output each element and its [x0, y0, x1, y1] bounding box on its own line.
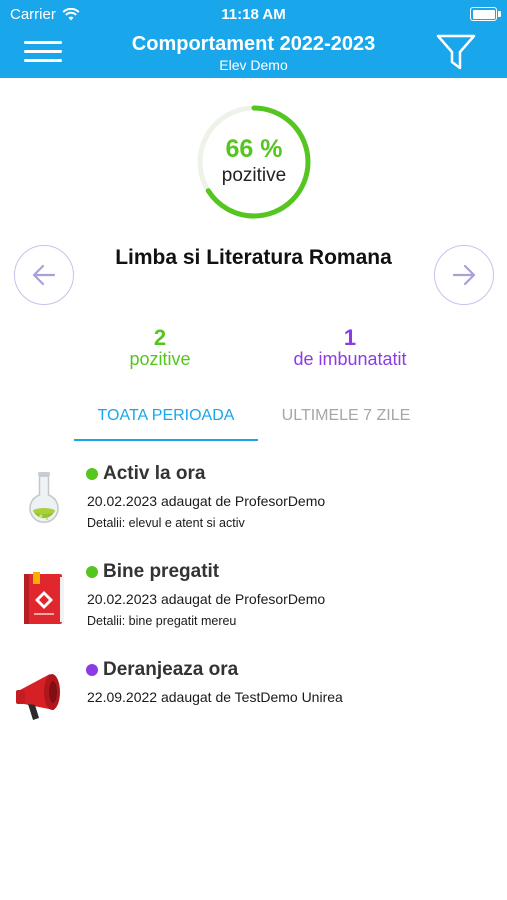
improve-count-value: 1 — [343, 325, 357, 350]
list-item[interactable]: Deranjeaza ora 22.09.2022 adaugat de Tes… — [0, 656, 507, 726]
improve-count: 1 de imbunatatit — [270, 325, 430, 370]
app-header: Carrier 11:18 AM Comportament 2022-2023 … — [0, 0, 507, 78]
improve-count-label: de imbunatatit — [293, 349, 407, 369]
positive-count-value: 2 — [153, 325, 167, 350]
arrow-left-icon — [32, 264, 56, 286]
item-title: Bine pregatit — [86, 561, 219, 583]
gauge-percent: 66 % — [225, 135, 283, 163]
item-detail: Detalii: elevul e atent si activ — [87, 516, 245, 530]
item-meta: 20.02.2023 adaugat de ProfesorDemo — [87, 591, 326, 607]
filter-icon[interactable] — [434, 32, 478, 72]
clock: 11:18 AM — [221, 6, 286, 23]
status-bar: Carrier 11:18 AM — [0, 0, 507, 28]
megaphone-icon — [16, 674, 60, 720]
list-item[interactable]: Activ la ora 20.02.2023 adaugat de Profe… — [0, 460, 507, 540]
item-detail: Detalii: bine pregatit mereu — [87, 614, 237, 628]
list-item[interactable]: Bine pregatit 20.02.2023 adaugat de Prof… — [0, 558, 507, 638]
item-title-text: Bine pregatit — [103, 561, 220, 582]
subject-name: Limba si Literatura Romana — [115, 246, 392, 269]
tab-last-7-days[interactable]: ULTIMELE 7 ZILE — [262, 407, 430, 437]
active-tab-indicator — [74, 439, 258, 441]
gauge-label: pozitive — [221, 165, 287, 186]
item-title: Activ la ora — [86, 463, 205, 485]
item-title: Deranjeaza ora — [86, 659, 238, 681]
book-icon — [24, 572, 64, 624]
status-dot — [86, 566, 98, 578]
status-dot — [86, 468, 98, 480]
previous-subject-button[interactable] — [14, 245, 74, 305]
item-title-text: Deranjeaza ora — [103, 659, 239, 680]
flask-icon — [29, 472, 59, 524]
item-title-text: Activ la ora — [103, 463, 206, 484]
positive-count: 2 pozitive — [100, 325, 220, 370]
item-meta: 22.09.2022 adaugat de TestDemo Unirea — [87, 689, 343, 705]
item-meta: 20.02.2023 adaugat de ProfesorDemo — [87, 493, 326, 509]
page-title: Comportament 2022-2023 — [131, 33, 376, 55]
next-subject-button[interactable] — [434, 245, 494, 305]
battery-icon — [470, 7, 501, 21]
tab-all-period[interactable]: TOATA PERIOADA — [74, 407, 258, 437]
positive-count-label: pozitive — [129, 349, 191, 369]
status-dot — [86, 664, 98, 676]
arrow-right-icon — [452, 264, 476, 286]
page-subtitle: Elev Demo — [219, 57, 288, 73]
positive-percentage-gauge: 66 % pozitive — [195, 103, 313, 221]
